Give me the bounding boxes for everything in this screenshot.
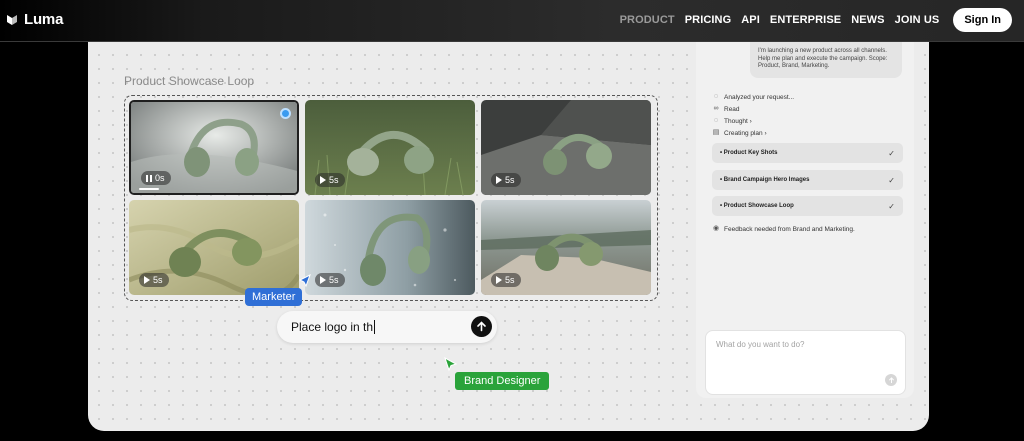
task-item[interactable]: • Product Showcase Loop ✓ <box>712 196 903 216</box>
chat-input-placeholder: What do you want to do? <box>716 340 805 349</box>
main-menu: PRODUCT PRICING API ENTERPRISE NEWS JOIN… <box>620 8 1012 32</box>
arrow-up-icon <box>477 321 486 332</box>
doc-icon: ▤ <box>712 129 720 136</box>
brand-logo[interactable]: Luma <box>5 11 63 28</box>
nav-api[interactable]: API <box>741 14 760 26</box>
nav-join-us[interactable]: JOIN US <box>895 14 940 26</box>
step-item[interactable]: ∞ Read <box>712 105 740 113</box>
video-tile[interactable]: 5s <box>481 200 651 295</box>
luma-logo-icon <box>5 13 19 27</box>
chat-input[interactable]: What do you want to do? <box>705 330 906 395</box>
progress-bar <box>139 188 159 190</box>
marketer-cursor-icon <box>298 274 311 288</box>
prompt-text: Place logo in th <box>291 320 374 334</box>
task-item[interactable]: • Brand Campaign Hero Images ✓ <box>712 170 903 190</box>
check-icon: ✓ <box>888 201 895 211</box>
nav-news[interactable]: NEWS <box>851 14 884 26</box>
video-tile[interactable]: 5s <box>481 100 651 195</box>
feedback-note: ◉ Feedback needed from Brand and Marketin… <box>712 225 855 233</box>
designer-cursor-label: Brand Designer <box>455 372 550 390</box>
user-message: I'm launching a new product across all c… <box>750 42 902 78</box>
designer-cursor-icon <box>444 357 458 372</box>
play-icon <box>144 276 150 284</box>
play-icon <box>320 176 326 184</box>
eye-icon: ◉ <box>712 225 720 232</box>
chat-send-button[interactable] <box>885 374 897 386</box>
prompt-input[interactable]: Place logo in th <box>277 311 497 343</box>
top-nav: Luma PRODUCT PRICING API ENTERPRISE NEWS… <box>0 0 1024 42</box>
duration-badge[interactable]: 5s <box>491 273 521 287</box>
duration-badge[interactable]: 0s <box>141 171 171 185</box>
step-item[interactable]: ▤ Creating plan › <box>712 129 767 137</box>
video-tile[interactable]: 5s <box>305 100 475 195</box>
duration-badge[interactable]: 5s <box>315 173 345 187</box>
video-tile[interactable]: 5s <box>305 200 475 295</box>
board-title: Product Showcase Loop <box>124 74 255 88</box>
duration-badge[interactable]: 5s <box>491 173 521 187</box>
arrow-up-icon <box>888 376 894 383</box>
check-icon: ✓ <box>888 148 895 158</box>
nav-pricing[interactable]: PRICING <box>685 14 732 26</box>
marketer-cursor-label: Marketer <box>245 288 303 306</box>
link-icon: ∞ <box>713 105 719 112</box>
play-icon <box>320 276 326 284</box>
task-item[interactable]: • Product Key Shots ✓ <box>712 143 903 163</box>
video-tile[interactable]: 0s <box>129 100 299 195</box>
step-item[interactable]: ◌ Thought › <box>712 117 752 125</box>
duration-badge[interactable]: 5s <box>315 273 345 287</box>
video-tile[interactable]: 5s <box>129 200 299 295</box>
play-icon <box>496 176 502 184</box>
canvas-board[interactable]: Product Showcase Loop 0s 5s 5s 5s 5s 5s … <box>88 42 929 431</box>
check-icon: ✓ <box>888 175 895 185</box>
nav-enterprise[interactable]: ENTERPRISE <box>770 14 841 26</box>
duration-badge[interactable]: 5s <box>139 273 169 287</box>
text-caret <box>374 320 376 334</box>
nav-product[interactable]: PRODUCT <box>620 14 675 26</box>
chat-icon: ◌ <box>713 117 719 124</box>
sign-in-button[interactable]: Sign In <box>953 8 1012 32</box>
step-item: ◌ Analyzed your request... <box>713 93 795 101</box>
pause-icon <box>146 174 152 182</box>
selected-indicator-icon <box>280 108 291 119</box>
chat-icon: ◌ <box>713 93 719 100</box>
send-button[interactable] <box>471 316 492 337</box>
brand-name: Luma <box>24 11 64 28</box>
play-icon <box>496 276 502 284</box>
